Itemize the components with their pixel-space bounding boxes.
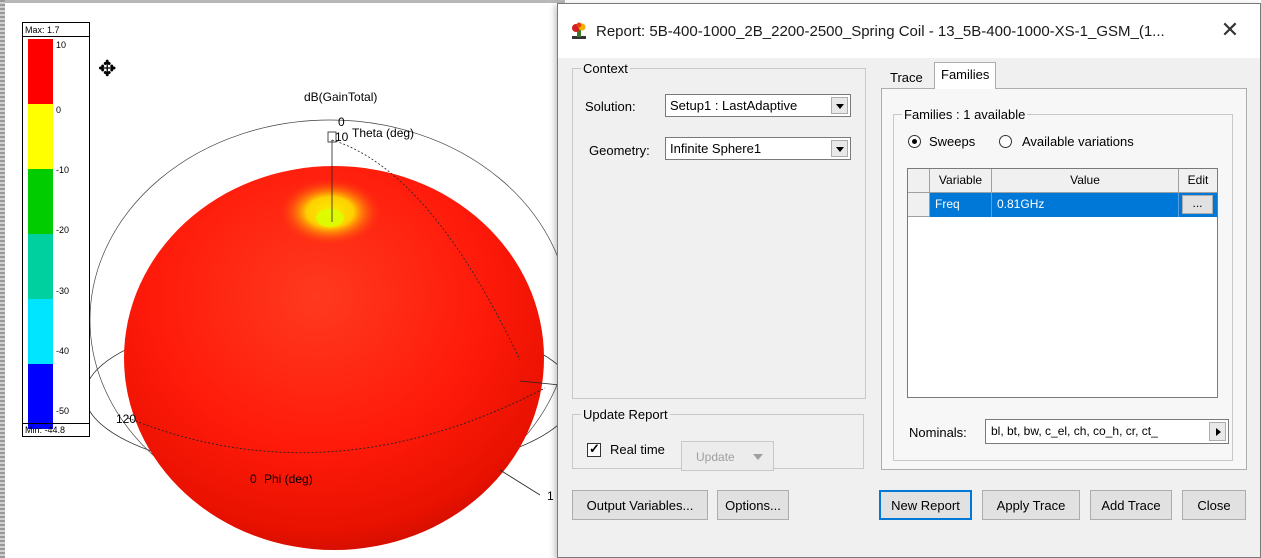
theta-axis-label: Theta (deg) bbox=[352, 126, 415, 140]
context-group: Context bbox=[572, 61, 866, 399]
nominals-label: Nominals: bbox=[909, 425, 967, 440]
radio-sweeps-label: Sweeps bbox=[929, 134, 976, 149]
report-dialog: Report: 5B-400-1000_2B_2200-2500_Spring … bbox=[557, 3, 1261, 558]
output-variables-button[interactable]: Output Variables... bbox=[572, 490, 708, 520]
dialog-titlebar[interactable]: Report: 5B-400-1000_2B_2200-2500_Spring … bbox=[558, 4, 1260, 58]
legend-color-bar bbox=[28, 39, 53, 429]
realtime-checkbox[interactable]: ✓ bbox=[587, 441, 601, 457]
grid-cell-variable[interactable]: Freq bbox=[930, 193, 992, 217]
angle-partial-label: 1 bbox=[547, 489, 554, 503]
axis-line-right-2 bbox=[499, 469, 541, 496]
grid-cell-edit: ... bbox=[1179, 193, 1217, 217]
color-legend: Max: 1.7 10 0 -10 -20 -30 -40 -50 Min: -… bbox=[22, 22, 90, 437]
options-button[interactable]: Options... bbox=[717, 490, 789, 520]
grid-header-variable[interactable]: Variable bbox=[930, 169, 992, 193]
edit-ellipsis-button[interactable]: ... bbox=[1182, 195, 1213, 214]
legend-max-label: Max: 1.7 bbox=[25, 25, 60, 35]
nominals-field[interactable]: bl, bt, bw, c_el, ch, co_h, cr, ct_ bbox=[985, 419, 1229, 444]
app-icon bbox=[572, 22, 586, 39]
legend-color-segment bbox=[28, 169, 53, 234]
solution-select[interactable]: Setup1 : LastAdaptive bbox=[665, 94, 851, 117]
grid-header-value[interactable]: Value bbox=[992, 169, 1179, 193]
geometry-select[interactable]: Infinite Sphere1 bbox=[665, 137, 851, 160]
legend-tick: -50 bbox=[56, 406, 70, 416]
close-icon[interactable]: ✕ bbox=[1218, 19, 1242, 43]
close-button[interactable]: Close bbox=[1182, 490, 1246, 520]
legend-min-label: Min: -44.8 bbox=[25, 425, 66, 435]
nominals-value: bl, bt, bw, c_el, ch, co_h, cr, ct_ bbox=[991, 424, 1158, 438]
chevron-down-icon bbox=[753, 454, 763, 460]
phi-axis-label: Phi (deg) bbox=[264, 472, 313, 486]
update-report-title: Update Report bbox=[581, 407, 670, 422]
radio-sweeps[interactable] bbox=[908, 135, 921, 148]
add-trace-button[interactable]: Add Trace bbox=[1090, 490, 1172, 520]
solution-select-value: Setup1 : LastAdaptive bbox=[670, 98, 798, 113]
theta-zero-label: 0 bbox=[338, 115, 345, 129]
legend-tick: 0 bbox=[56, 105, 62, 115]
apply-trace-button[interactable]: Apply Trace bbox=[982, 490, 1080, 520]
chevron-right-icon[interactable] bbox=[1209, 422, 1226, 441]
grid-cell-value[interactable]: 0.81GHz bbox=[992, 193, 1179, 217]
legend-color-segment bbox=[28, 104, 53, 169]
dialog-title: Report: 5B-400-1000_2B_2200-2500_Spring … bbox=[596, 23, 1165, 40]
move-cursor-icon: ✥ bbox=[98, 56, 117, 81]
radio-available-variations-label: Available variations bbox=[1022, 134, 1134, 149]
legend-tick: -10 bbox=[56, 165, 70, 175]
families-group-title: Families : 1 available bbox=[902, 107, 1028, 122]
update-button-label: Update bbox=[696, 450, 735, 464]
chevron-down-icon[interactable] bbox=[831, 140, 848, 157]
theta-ten-label: 10 bbox=[335, 130, 349, 144]
solution-label: Solution: bbox=[585, 99, 636, 114]
legend-color-segment bbox=[28, 39, 53, 104]
update-button[interactable]: Update bbox=[681, 441, 774, 471]
gain-dimple-core bbox=[316, 209, 344, 227]
legend-color-segment bbox=[28, 364, 53, 429]
legend-tick: -20 bbox=[56, 225, 70, 235]
grid-header-edit[interactable]: Edit bbox=[1179, 169, 1217, 193]
grid-corner bbox=[908, 169, 930, 193]
families-grid: Variable Value Edit Freq 0.81GHz ... bbox=[907, 168, 1218, 398]
legend-tick: -40 bbox=[56, 346, 70, 356]
checkmark-icon: ✓ bbox=[589, 441, 600, 456]
radio-available-variations[interactable] bbox=[999, 135, 1012, 148]
geometry-label: Geometry: bbox=[589, 143, 650, 158]
legend-tick: 10 bbox=[56, 40, 67, 50]
tab-families[interactable]: Families bbox=[934, 62, 997, 89]
tab-trace[interactable]: Trace bbox=[884, 66, 929, 89]
legend-divider bbox=[23, 36, 89, 37]
phi-zero-label: 0 bbox=[250, 472, 257, 486]
legend-color-segment bbox=[28, 234, 53, 299]
geometry-select-value: Infinite Sphere1 bbox=[670, 141, 762, 156]
angle-120-label: 120 bbox=[116, 412, 137, 426]
realtime-label: Real time bbox=[610, 442, 665, 457]
quantity-label: dB(GainTotal) bbox=[304, 90, 378, 104]
context-group-title: Context bbox=[581, 61, 630, 76]
legend-tick: -30 bbox=[56, 286, 70, 296]
legend-divider bbox=[23, 423, 89, 424]
grid-row-selector[interactable] bbox=[908, 193, 930, 217]
new-report-button[interactable]: New Report bbox=[879, 490, 972, 520]
chevron-down-icon[interactable] bbox=[831, 97, 848, 114]
legend-color-segment bbox=[28, 299, 53, 364]
